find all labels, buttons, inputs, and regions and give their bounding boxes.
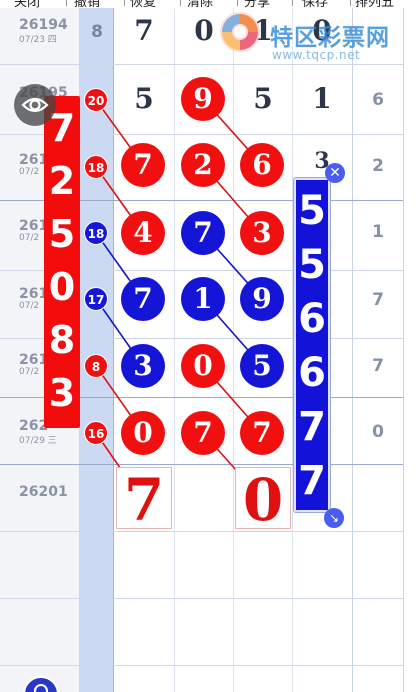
strip-digit: 0 <box>48 265 76 309</box>
strip-digit: 5 <box>298 188 326 234</box>
undo-button[interactable]: 撤销 <box>74 0 100 8</box>
toolbar-divider <box>237 0 238 6</box>
clear-button[interactable]: 清除 <box>187 0 213 8</box>
sum-ball[interactable]: 17 <box>84 287 108 311</box>
toolbar-divider <box>292 0 293 6</box>
digit-ball[interactable]: 0 <box>181 344 225 388</box>
toolbar-divider <box>66 0 67 6</box>
digit-ball[interactable]: 3 <box>121 344 165 388</box>
toolbar-divider <box>180 0 181 6</box>
toolbar-divider <box>124 0 125 6</box>
strip-digit: 7 <box>298 458 326 504</box>
digit-ball[interactable]: 2 <box>181 143 225 187</box>
digit-ball[interactable]: 3 <box>240 211 284 255</box>
close-button[interactable]: 关闭 <box>14 0 40 8</box>
sum-ball[interactable]: 18 <box>84 155 108 179</box>
sum-ball[interactable]: 20 <box>84 88 108 112</box>
digit-ball[interactable]: 7 <box>240 411 284 455</box>
sum-ball[interactable]: 16 <box>84 421 108 445</box>
resize-icon[interactable]: ↘ <box>324 508 344 528</box>
save-button[interactable]: 保存 <box>302 0 328 8</box>
sum-ball[interactable]: 18 <box>84 221 108 245</box>
digit-ball[interactable]: 4 <box>121 211 165 255</box>
digit-ball[interactable]: 1 <box>181 277 225 321</box>
digit-ball[interactable]: 7 <box>181 211 225 255</box>
digit-ball[interactable]: 9 <box>240 277 284 321</box>
digit-ball[interactable]: 7 <box>181 411 225 455</box>
prediction-box[interactable]: 7 <box>116 467 172 532</box>
prediction-box[interactable]: 0 <box>235 467 291 532</box>
digit-ball[interactable]: 5 <box>240 344 284 388</box>
strip-digit: 8 <box>48 318 76 362</box>
watermark: 特区彩票网 www.tqcp.net <box>214 8 416 68</box>
strip-digit: 3 <box>48 371 76 415</box>
strip-digit: 6 <box>298 350 326 396</box>
edit-fab-icon[interactable] <box>23 676 59 692</box>
swirl-logo-icon <box>220 12 260 52</box>
digit-ball[interactable]: 0 <box>121 411 165 455</box>
eye-icon[interactable] <box>14 84 56 126</box>
game-tab[interactable]: 排列五 <box>355 0 394 8</box>
digit-ball[interactable]: 7 <box>121 277 165 321</box>
sum-ball[interactable]: 8 <box>84 354 108 378</box>
top-toolbar: 关闭 撤销 恢复 清除 分享 保存 排列五 <box>0 0 416 8</box>
fab-graphic <box>34 684 48 692</box>
digit-ball[interactable]: 6 <box>240 143 284 187</box>
left-number-strip[interactable]: 7 2 5 0 8 3 <box>44 96 80 428</box>
watermark-url: www.tqcp.net <box>272 48 361 62</box>
strip-digit: 6 <box>298 296 326 342</box>
restore-button[interactable]: 恢复 <box>130 0 156 8</box>
right-number-strip[interactable]: 5 5 6 6 7 7 <box>293 177 331 513</box>
strip-digit: 7 <box>298 404 326 450</box>
digit-ball[interactable]: 7 <box>121 143 165 187</box>
digit-ball[interactable]: 9 <box>181 77 225 121</box>
toolbar-divider <box>350 0 351 6</box>
close-icon[interactable]: ✕ <box>325 163 345 183</box>
eye-icon-graphic <box>21 97 49 113</box>
watermark-site-name: 特区彩票网 <box>270 25 390 51</box>
share-button[interactable]: 分享 <box>244 0 270 8</box>
strip-digit: 5 <box>48 212 76 256</box>
strip-digit: 2 <box>48 159 76 203</box>
strip-digit: 5 <box>298 242 326 288</box>
